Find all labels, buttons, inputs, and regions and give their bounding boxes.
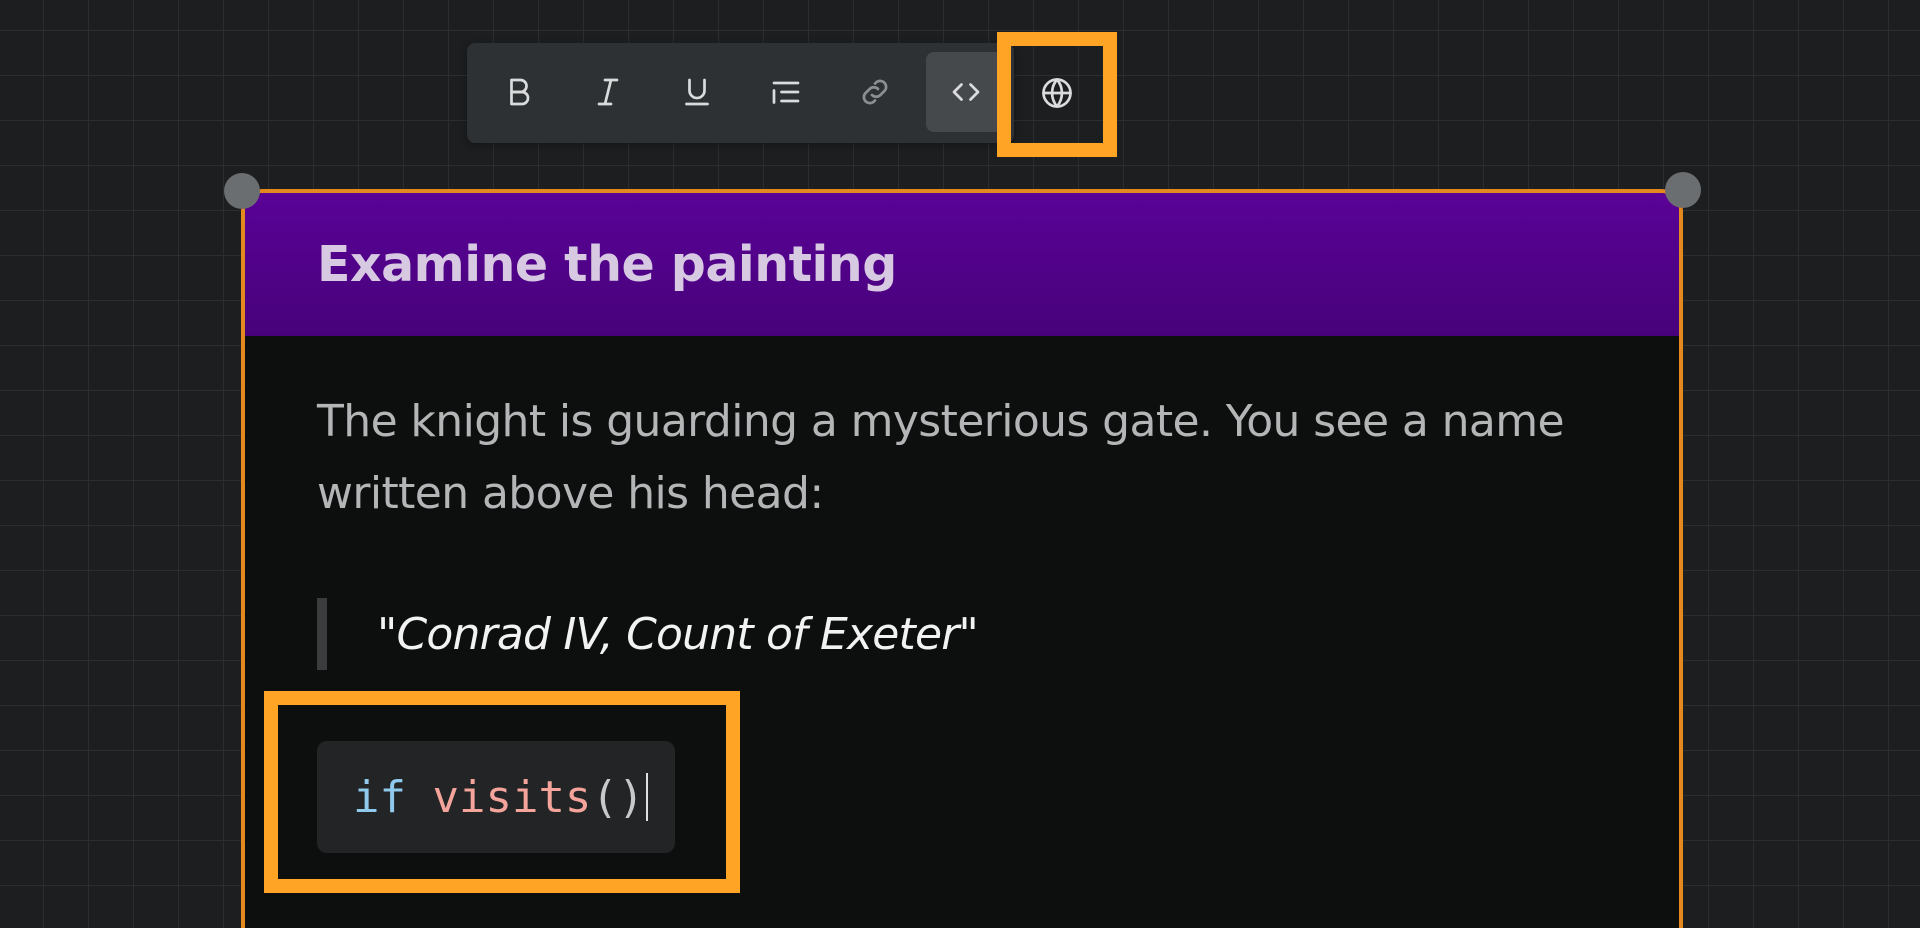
passage-title: Examine the painting: [317, 236, 897, 293]
code-keyword: if: [353, 771, 406, 823]
italic-icon: [597, 78, 619, 106]
text-caret: [646, 773, 649, 821]
link-icon: [862, 79, 888, 105]
underline-icon: [685, 78, 709, 106]
passage-body[interactable]: The knight is guarding a mysterious gate…: [245, 336, 1679, 670]
formatting-toolbar: [467, 43, 1014, 143]
bold-button[interactable]: [479, 52, 559, 132]
passage-header[interactable]: Examine the painting: [245, 193, 1679, 336]
code-parens: (): [591, 771, 645, 823]
passage-text: The knight is guarding a mysterious gate…: [317, 396, 1565, 519]
blockquote: "Conrad IV, Count of Exeter": [317, 598, 1607, 670]
underline-button[interactable]: [657, 52, 737, 132]
globe-button[interactable]: [1017, 53, 1097, 133]
code-function: visits: [432, 771, 592, 823]
code-button[interactable]: [926, 52, 1006, 132]
quote-text: "Conrad IV, Count of Exeter": [377, 608, 979, 660]
bold-icon: [510, 78, 530, 106]
left-handle[interactable]: [224, 173, 260, 209]
list-icon: [772, 81, 800, 104]
italic-button[interactable]: [568, 52, 648, 132]
code-icon: [952, 83, 980, 101]
list-button[interactable]: [746, 52, 826, 132]
link-button[interactable]: [835, 52, 915, 132]
right-handle[interactable]: [1665, 172, 1701, 208]
code-block[interactable]: if visits(): [317, 741, 675, 853]
passage-card[interactable]: Examine the painting The knight is guard…: [241, 189, 1683, 928]
globe-icon: [1042, 78, 1072, 108]
